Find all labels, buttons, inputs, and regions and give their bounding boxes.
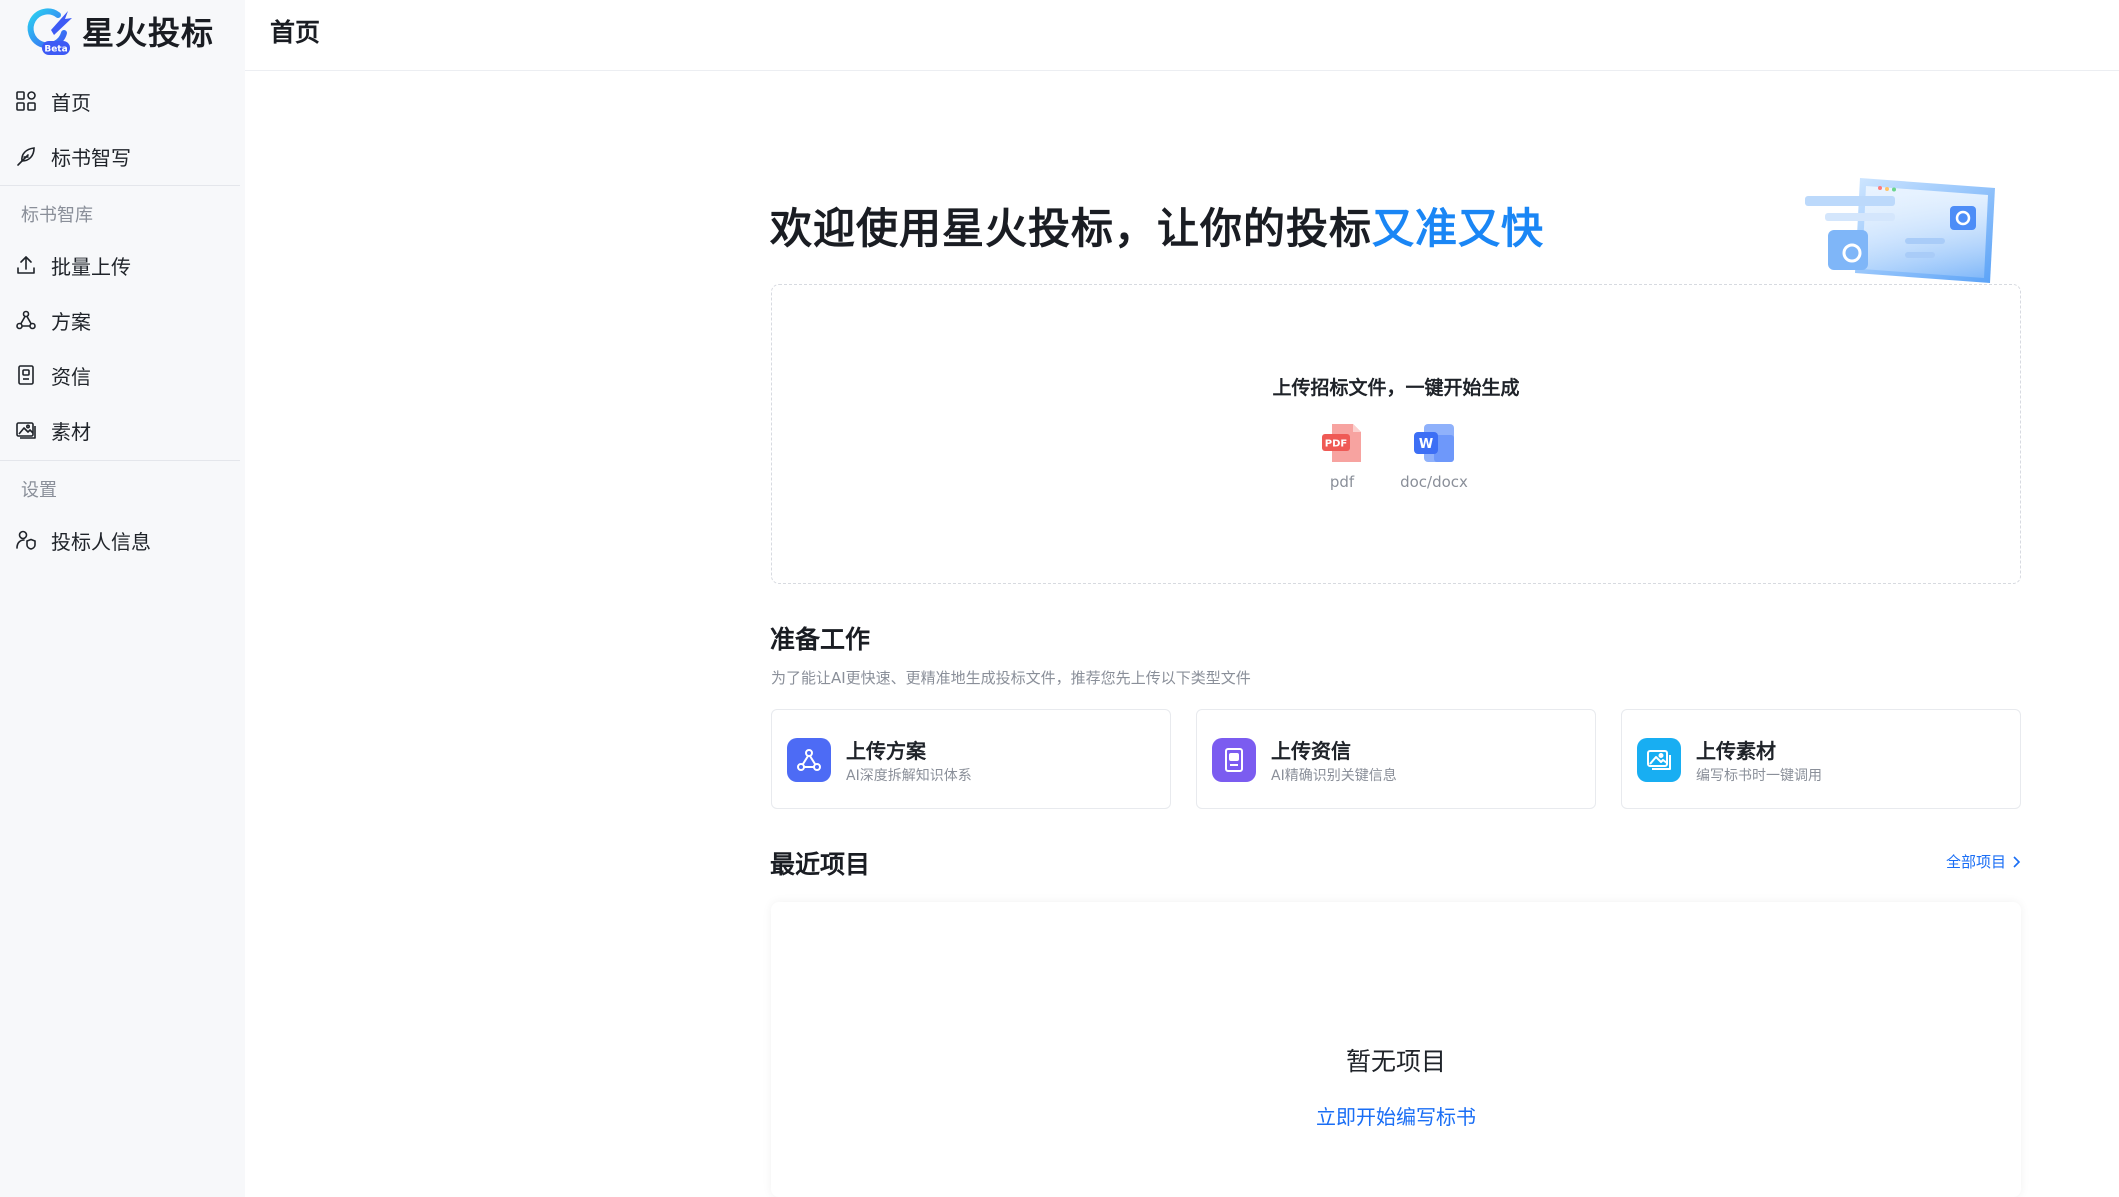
word-badge: W [1419, 437, 1433, 452]
hero-title-accent: 又准又快 [1372, 204, 1545, 253]
divider [0, 185, 240, 186]
sidebar-group-title: 标书智库 [21, 205, 93, 226]
upload-materials-card[interactable]: 上传素材 编写标书时一键调用 [1621, 709, 2021, 809]
recent-title: 最近项目 [770, 850, 871, 879]
prep-subtitle: 为了能让AI更快速、更精准地生成投标文件，推荐您先上传以下类型文件 [771, 669, 1251, 687]
nodes-icon [15, 309, 37, 331]
all-projects-link[interactable]: 全部项目 [1946, 851, 2021, 872]
sidebar-item-label: 批量上传 [51, 254, 131, 279]
sidebar-item-label: 投标人信息 [51, 529, 151, 554]
user-shield-icon [15, 529, 37, 551]
upload-plan-card[interactable]: 上传方案 AI深度拆解知识体系 [771, 709, 1171, 809]
brand-logo[interactable]: Beta 星火投标 [24, 4, 214, 58]
sidebar-item-materials[interactable]: 素材 [0, 407, 240, 453]
card-desc: AI精确识别关键信息 [1271, 768, 1397, 784]
hero-title-prefix: 欢迎使用星火投标，让你的投标 [770, 204, 1373, 253]
document-icon [1212, 738, 1256, 782]
sidebar-item-credentials[interactable]: 资信 [0, 352, 240, 398]
nodes-icon [787, 738, 831, 782]
upload-icon [15, 254, 37, 276]
image-icon [15, 419, 37, 441]
sidebar-item-label: 首页 [51, 90, 91, 115]
hero-title: 欢迎使用星火投标，让你的投标又准又快 [770, 195, 1544, 256]
upload-dropzone[interactable]: 上传招标文件，一键开始生成 PDF pdf W doc/docx [771, 284, 2021, 584]
card-desc: 编写标书时一键调用 [1696, 768, 1822, 784]
pdf-badge: PDF [1325, 439, 1347, 450]
filetype-label: doc/docx [1400, 473, 1468, 491]
image-icon [1637, 738, 1681, 782]
filetype-word: W doc/docx [1379, 421, 1489, 491]
brand-name: 星火投标 [82, 14, 215, 52]
sidebar-item-bidder-info[interactable]: 投标人信息 [0, 517, 240, 563]
sidebar-item-home[interactable]: 首页 [0, 78, 240, 124]
chevron-right-icon [2011, 853, 2021, 871]
sidebar-item-label: 素材 [51, 419, 91, 444]
sidebar-item-label: 标书智写 [51, 145, 131, 170]
brand-badge: Beta [44, 45, 67, 55]
hero-illustration [1800, 168, 2010, 288]
feather-icon [15, 145, 37, 167]
document-icon [15, 364, 37, 386]
start-writing-link[interactable]: 立即开始编写标书 [771, 1101, 2021, 1130]
divider [0, 460, 240, 461]
upload-prompt: 上传招标文件，一键开始生成 [1272, 377, 1520, 399]
card-title: 上传资信 [1271, 739, 1351, 763]
sidebar-item-smart-write[interactable]: 标书智写 [0, 133, 240, 179]
grid-icon [15, 90, 37, 112]
sidebar-item-batch-upload[interactable]: 批量上传 [0, 242, 240, 288]
page-title: 首页 [270, 18, 321, 47]
sidebar-group-title: 设置 [21, 480, 57, 501]
pdf-icon: PDF [1320, 421, 1364, 465]
top-header: 首页 [245, 0, 2119, 71]
sidebar: Beta 星火投标 首页 标书智写 标书智库 批量上传 方案 资信 素材 设置 … [0, 0, 245, 1197]
prep-title: 准备工作 [770, 625, 871, 654]
sidebar-item-label: 方案 [51, 309, 91, 334]
upload-credentials-card[interactable]: 上传资信 AI精确识别关键信息 [1196, 709, 1596, 809]
brand-logo-icon: Beta [24, 5, 76, 57]
filetype-label: pdf [1329, 473, 1355, 491]
empty-state-text: 暂无项目 [1345, 1047, 1446, 1076]
card-title: 上传方案 [846, 739, 926, 763]
sidebar-item-label: 资信 [51, 364, 91, 389]
all-projects-label: 全部项目 [1946, 853, 2007, 871]
card-desc: AI深度拆解知识体系 [846, 768, 972, 784]
filetype-pdf: PDF pdf [1302, 421, 1382, 491]
recent-projects-panel: 暂无项目 立即开始编写标书 [771, 902, 2021, 1197]
word-icon: W [1412, 421, 1456, 465]
sidebar-item-plan[interactable]: 方案 [0, 297, 240, 343]
card-title: 上传素材 [1696, 739, 1776, 763]
